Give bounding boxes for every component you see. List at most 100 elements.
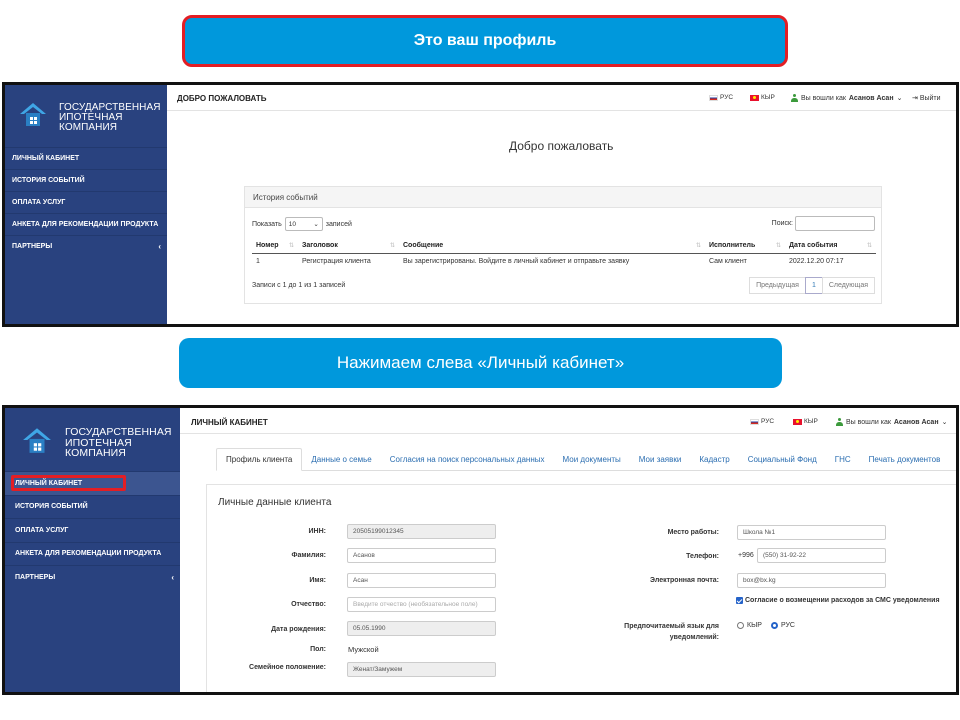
russia-flag-icon bbox=[709, 94, 718, 101]
patronymic-field[interactable]: Введите отчество (необязательное поле) bbox=[347, 597, 496, 612]
sidebar-item-partners[interactable]: Партнеры ‹ bbox=[5, 235, 167, 257]
length-prefix: Показать bbox=[252, 220, 282, 228]
russia-flag-icon bbox=[750, 418, 759, 425]
user-menu[interactable]: Вы вошли как Асанов Асан ⌄ bbox=[836, 418, 947, 426]
sidebar-item-label: Анкета для рекомендации продукта bbox=[12, 221, 159, 228]
phone-field[interactable]: (550) 31-92-22 bbox=[757, 548, 886, 563]
user-name: Асанов Асан bbox=[893, 418, 939, 426]
pagination-prev[interactable]: Предыдущая bbox=[749, 277, 806, 294]
top-bar: Личный кабинет РУС КЫР Вы вошли как Асан… bbox=[180, 408, 956, 434]
column-header-message[interactable]: Сообщение ⇅ bbox=[399, 238, 705, 254]
page-title: Личный кабинет bbox=[191, 418, 268, 427]
sort-icon: ⇅ bbox=[389, 242, 395, 249]
pagination-page[interactable]: 1 bbox=[804, 277, 823, 294]
tab-family-data[interactable]: Данные о семье bbox=[302, 448, 380, 470]
birth-date-field[interactable]: 05.05.1990 bbox=[347, 621, 496, 636]
patronymic-label: Отчество: bbox=[291, 601, 326, 608]
workplace-field[interactable]: Школа №1 bbox=[737, 525, 886, 540]
gender-label: Пол: bbox=[310, 646, 326, 653]
callout-profile-text: Это ваш профиль bbox=[413, 32, 557, 49]
tab-social-fund[interactable]: Социальный Фонд bbox=[739, 448, 826, 470]
pagination-next[interactable]: Следующая bbox=[821, 277, 875, 294]
search-input[interactable] bbox=[795, 216, 875, 231]
checkbox-checked-icon bbox=[736, 597, 743, 604]
client-data-card: Личные данные клиента ИНН: 2050519901234… bbox=[206, 484, 956, 692]
sidebar-item-cabinet[interactable]: Личный кабинет bbox=[5, 471, 180, 495]
chevron-down-icon: ⌄ bbox=[941, 419, 948, 426]
sidebar-item-cabinet[interactable]: Личный кабинет bbox=[5, 147, 167, 169]
cell-title: Регистрация клиента bbox=[302, 258, 371, 266]
column-header-title[interactable]: Заголовок ⇅ bbox=[298, 238, 399, 254]
lang-ru-label: РУС bbox=[761, 418, 775, 425]
surname-field[interactable]: Асанов bbox=[347, 548, 496, 563]
pagination: Предыдущая 1 Следующая bbox=[749, 277, 875, 294]
tab-cadastre[interactable]: Кадастр bbox=[690, 448, 738, 470]
tab-consents[interactable]: Согласия на поиск персональных данных bbox=[381, 448, 554, 470]
sidebar-item-payment[interactable]: Оплата услуг bbox=[5, 191, 167, 213]
page-length-select[interactable]: 10 ⌄ bbox=[284, 217, 323, 231]
brand[interactable]: Государственная ипотечная компания bbox=[5, 408, 180, 471]
screenshot-welcome: Государственная ипотечная компания Личны… bbox=[2, 82, 959, 327]
email-label: Электронная почта: bbox=[650, 577, 719, 584]
sms-consent-label: Согласие о возмещении расходов за СМС ув… bbox=[745, 597, 940, 604]
brand-line-3: компания bbox=[59, 122, 118, 133]
sms-consent-checkbox[interactable]: Согласие о возмещении расходов за СМС ув… bbox=[736, 597, 940, 604]
lang-kg-label: КЫР bbox=[804, 418, 818, 425]
sort-icon: ⇅ bbox=[695, 242, 701, 249]
sidebar-item-survey[interactable]: Анкета для рекомендации продукта bbox=[5, 541, 180, 566]
sidebar-item-survey[interactable]: Анкета для рекомендации продукта bbox=[5, 213, 167, 235]
column-label: Заголовок bbox=[302, 241, 338, 249]
sidebar: Государственная ипотечная компания Личны… bbox=[5, 408, 180, 692]
email-field[interactable]: box@bx.kg bbox=[737, 573, 886, 588]
radio-ru[interactable] bbox=[770, 622, 778, 629]
sidebar-item-label: История событий bbox=[12, 177, 85, 184]
sidebar-item-partners[interactable]: Партнеры ‹ bbox=[5, 565, 180, 589]
radio-kg-label: КЫР bbox=[747, 622, 762, 629]
sidebar-nav: Личный кабинет История событий Оплата ус… bbox=[5, 147, 167, 257]
events-panel: История событий Показать 10 ⌄ записей Пои… bbox=[244, 186, 882, 304]
brand[interactable]: Государственная ипотечная компания bbox=[5, 85, 167, 147]
page-length-value: 10 bbox=[288, 220, 296, 228]
column-header-executor[interactable]: Исполнитель ⇅ bbox=[705, 238, 785, 254]
chevron-left-icon: ‹ bbox=[158, 242, 161, 251]
profile-tabs: Профиль клиента Данные о семье Согласия … bbox=[216, 448, 956, 471]
language-pref-label-line-2: уведомлений: bbox=[669, 634, 719, 641]
chevron-down-icon: ⌄ bbox=[313, 221, 319, 228]
column-label: Исполнитель bbox=[709, 241, 756, 249]
lang-ru-button[interactable]: РУС bbox=[709, 94, 733, 101]
table-info: Записи с 1 до 1 из 1 записей bbox=[252, 282, 346, 289]
sidebar-item-payment[interactable]: Оплата услуг bbox=[5, 518, 180, 542]
brand-line-3: компания bbox=[65, 447, 126, 459]
logout-button[interactable]: ⇥ Выйти bbox=[912, 94, 941, 102]
tab-tax-service[interactable]: ГНС bbox=[826, 448, 860, 470]
name-field[interactable]: Асан bbox=[347, 573, 496, 588]
tab-print-documents[interactable]: Печать документов bbox=[860, 448, 950, 470]
radio-kg[interactable] bbox=[737, 622, 744, 629]
tab-my-applications[interactable]: Мои заявки bbox=[630, 448, 691, 470]
length-suffix: записей bbox=[325, 220, 352, 228]
tab-client-profile[interactable]: Профиль клиента bbox=[216, 448, 303, 471]
marital-status-field[interactable]: Женат/Замужем bbox=[347, 662, 496, 677]
lang-ru-button[interactable]: РУС bbox=[750, 418, 774, 425]
cell-date: 2022.12.20 07:17 bbox=[789, 258, 844, 266]
house-logo-icon bbox=[23, 428, 51, 453]
brand-name: Государственная ипотечная компания bbox=[65, 427, 172, 459]
tab-my-documents[interactable]: Мои документы bbox=[554, 448, 630, 470]
sidebar-item-label: Личный кабинет bbox=[12, 155, 80, 162]
sidebar-item-history[interactable]: История событий bbox=[5, 494, 180, 519]
column-label: Дата события bbox=[789, 241, 838, 249]
search-label: Поиск: bbox=[771, 220, 793, 227]
cell-message: Вы зарегистрированы. Войдите в личный ка… bbox=[403, 258, 630, 266]
sidebar-nav: Личный кабинет История событий Оплата ус… bbox=[5, 471, 180, 589]
user-icon bbox=[836, 418, 843, 426]
house-logo-icon bbox=[20, 103, 46, 126]
lang-kg-button[interactable]: КЫР bbox=[793, 418, 818, 425]
column-header-date[interactable]: Дата события ⇅ bbox=[785, 238, 876, 254]
inn-field[interactable]: 20505199012345 bbox=[347, 524, 496, 539]
callout-profile: Это ваш профиль bbox=[182, 15, 788, 67]
phone-prefix: +996 bbox=[738, 552, 754, 559]
column-header-number[interactable]: Номер ⇅ bbox=[252, 238, 298, 254]
user-menu[interactable]: Вы вошли как Асанов Асан ⌄ bbox=[791, 94, 902, 102]
lang-kg-button[interactable]: КЫР bbox=[750, 94, 775, 101]
sidebar-item-history[interactable]: История событий bbox=[5, 169, 167, 191]
